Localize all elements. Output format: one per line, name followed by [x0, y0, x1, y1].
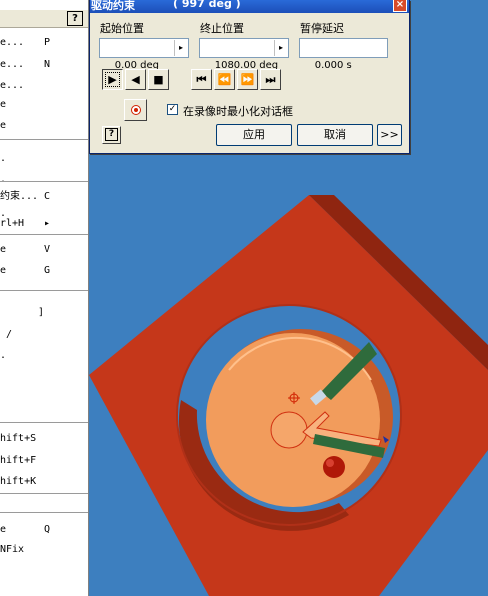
end-spin-icon[interactable]: ▸	[274, 40, 287, 56]
record-button[interactable]	[124, 99, 147, 121]
menu-item[interactable]: e...	[0, 78, 88, 94]
end-position-label: 终止位置	[200, 22, 244, 35]
menu-item-shortcut: N	[44, 59, 51, 70]
menu-separator	[0, 493, 88, 494]
menu-header: ?	[0, 10, 88, 28]
step-back-button[interactable]: ⏪	[214, 69, 235, 90]
menu-item[interactable]: eG	[0, 263, 88, 279]
menu-item[interactable]: e	[0, 118, 88, 134]
menu-separator	[0, 512, 88, 513]
menu-item[interactable]: eQ	[0, 522, 88, 538]
menu-item-label: hift+K	[0, 476, 37, 487]
menu-separator	[0, 139, 88, 140]
step-forward-button[interactable]: ⏩	[237, 69, 258, 90]
menu-item-shortcut: ]	[38, 307, 45, 318]
menu-item[interactable]: ]	[0, 305, 88, 321]
menu-item-label: e...	[0, 59, 25, 70]
menu-item[interactable]: hift+K	[0, 474, 88, 490]
menu-item-shortcut: Q	[44, 524, 51, 535]
close-icon[interactable]: ×	[393, 0, 407, 12]
menu-item-label: .	[0, 350, 7, 361]
menu-item[interactable]: e... N	[0, 57, 88, 73]
menu-item-label: /	[0, 329, 13, 340]
menu-item-label: NFix	[0, 544, 25, 555]
to-start-button[interactable]: ⏮	[191, 69, 212, 90]
menu-item-label: hift+S	[0, 433, 37, 444]
menu-item[interactable]: hift+F	[0, 453, 88, 469]
help-icon: ?	[105, 128, 118, 141]
pause-delay-field[interactable]: 0.000 s	[299, 38, 388, 71]
menu-item[interactable]: eV	[0, 242, 88, 258]
menu-item[interactable]: .	[0, 348, 88, 364]
play-reverse-button[interactable]: ◀	[125, 69, 146, 90]
menu-item-shortcut: V	[44, 244, 51, 255]
menu-item-shortcut: ▸	[44, 218, 51, 229]
menu-item[interactable]: NFix	[0, 542, 88, 558]
drive-constraint-dialog: 驱动约束 ( 997 deg ) × 起始位置 0.00 deg ▸ 终止位置 …	[89, 0, 410, 154]
menu-item-label: .	[0, 153, 7, 164]
menu-item[interactable]: .	[0, 172, 88, 188]
menu-item[interactable]: rl+H ▸	[0, 216, 88, 232]
drive-pin	[323, 456, 345, 478]
record-icon	[131, 105, 141, 115]
menu-item-label: e	[0, 524, 7, 535]
dialog-titlebar[interactable]: 驱动约束 ( 997 deg ) ×	[90, 0, 409, 13]
help-icon[interactable]: ?	[67, 11, 83, 26]
menu-separator	[0, 290, 88, 291]
menu-item-label: e	[0, 99, 7, 110]
menu-item-label: e	[0, 265, 7, 276]
menu-item[interactable]: e	[0, 97, 88, 113]
context-menu-panel: ? e... Pe... Ne... e e.. 约束... C. rl+H ▸ e Ve G] /.…	[0, 0, 89, 596]
help-button[interactable]: ?	[102, 126, 121, 144]
to-end-button[interactable]: ⏭	[260, 69, 281, 90]
pause-delay-label: 暂停延迟	[300, 22, 344, 35]
pause-delay-value: 0.000 s	[314, 60, 352, 71]
menu-item-shortcut: G	[44, 265, 51, 276]
menu-item-label: .	[0, 174, 7, 185]
apply-button[interactable]: 应用	[216, 124, 292, 146]
end-position-field[interactable]: 1080.00 deg ▸	[199, 38, 289, 71]
menu-separator	[0, 181, 88, 182]
cancel-button[interactable]: 取消	[297, 124, 373, 146]
menu-item-label: rl+H	[0, 218, 25, 229]
start-position-label: 起始位置	[100, 22, 144, 35]
menu-item-label: e	[0, 120, 7, 131]
dialog-title: 驱动约束	[91, 0, 135, 12]
minimize-while-recording-label: 在录像时最小化对话框	[183, 105, 293, 118]
menu-item-label: e...	[0, 80, 25, 91]
center-hole	[270, 411, 308, 449]
start-spin-icon[interactable]: ▸	[174, 40, 187, 56]
current-angle-readout: ( 997 deg )	[173, 0, 241, 10]
menu-item-label: e	[0, 244, 7, 255]
stop-button[interactable]: ■	[148, 69, 169, 90]
menu-item-label: e...	[0, 37, 25, 48]
menu-item[interactable]: /	[0, 327, 88, 343]
start-position-field[interactable]: 0.00 deg ▸	[99, 38, 189, 71]
menu-separator	[0, 234, 88, 235]
play-forward-button[interactable]: ▶	[102, 69, 123, 90]
minimize-while-recording-checkbox[interactable]: ✓	[167, 104, 178, 115]
menu-item[interactable]: 约束... C	[0, 189, 88, 205]
expand-button[interactable]: >>	[377, 124, 402, 146]
menu-item-shortcut: P	[44, 37, 51, 48]
menu-item[interactable]: .	[0, 151, 88, 167]
menu-item[interactable]: hift+S	[0, 431, 88, 447]
menu-item[interactable]: e... P	[0, 35, 88, 51]
menu-item-label: 约束...	[0, 191, 39, 202]
menu-item-label: hift+F	[0, 455, 37, 466]
menu-separator	[0, 422, 88, 423]
menu-item-shortcut: C	[44, 191, 51, 202]
